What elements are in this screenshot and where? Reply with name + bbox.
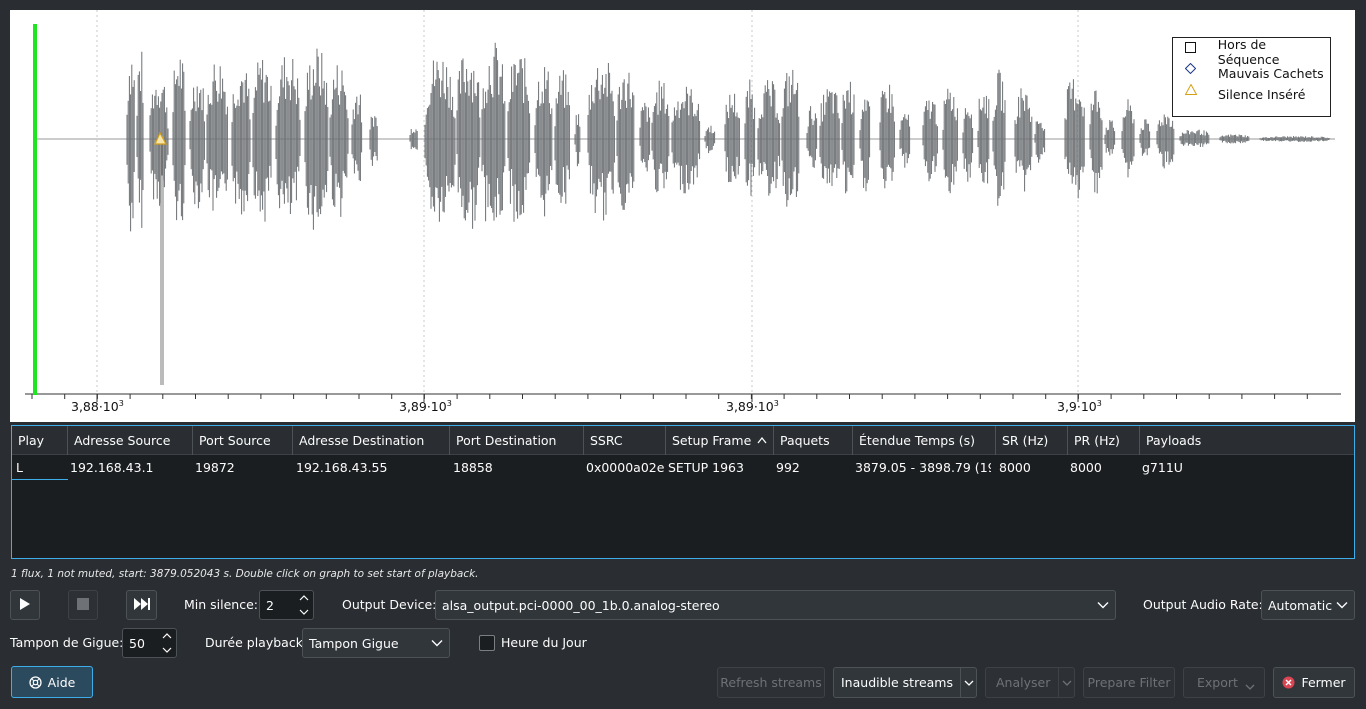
cell-sr: 8000 [999,460,1031,475]
export-button[interactable]: Export [1183,667,1265,698]
refresh-streams-button[interactable]: Refresh streams [717,667,825,698]
output-rate-select[interactable]: Automatic [1261,590,1355,620]
stop-button[interactable] [68,590,98,620]
playback-duration-select[interactable]: Tampon Gigue [302,628,450,658]
column-header-source-port[interactable]: Port Source [193,426,293,455]
cell-ssrc: 0x0000a02e [586,460,664,475]
column-header-payloads[interactable]: Payloads [1140,426,1354,455]
export-button-label: Export [1197,675,1238,690]
output-device-label: Output Device: [342,597,437,612]
help-button[interactable]: Aide [11,666,93,698]
inaudible-streams-menu-button[interactable] [960,667,977,698]
legend-label: Silence Inséré [1218,86,1306,102]
x-tick-label: 3,89·103 [726,399,779,414]
min-silence-spinbox[interactable]: 2 [259,590,314,620]
time-of-day-label[interactable]: Heure du Jour [501,635,587,650]
chevron-down-icon [1245,679,1255,694]
skip-forward-icon [133,597,150,613]
min-silence-label: Min silence: [184,597,258,612]
legend-item: Mauvais Cachets [1185,63,1324,83]
column-header-play[interactable]: Play [12,426,68,455]
cell-destination-address: 192.168.43.55 [296,460,388,475]
audio-waveform [126,42,1331,232]
analyze-button[interactable]: Analyser [985,667,1059,698]
table-header: Play Adresse Source Port Source Adresse … [12,426,1354,455]
cell-time-span: 3879.05 - 3898.79 (19.... [855,460,991,475]
chevron-down-icon [431,636,443,651]
prepare-filter-button[interactable]: Prepare Filter [1083,667,1175,698]
x-tick-label: 3,89·103 [399,399,452,414]
chevron-down-icon [1097,598,1109,613]
column-header-destination-port[interactable]: Port Destination [450,426,584,455]
playback-cursor [33,24,37,395]
chevron-down-icon [964,675,974,690]
play-icon [19,597,31,614]
legend-label: Mauvais Cachets [1218,65,1324,81]
legend: Hors de Séquence Mauvais Cachets Silence… [1172,37,1331,117]
sort-ascending-icon [757,426,767,455]
cell-source-address: 192.168.43.1 [70,460,154,475]
column-header-pr[interactable]: PR (Hz) [1068,426,1140,455]
skip-forward-button[interactable] [126,590,157,620]
playback-duration-label: Durée playback [205,635,303,650]
min-silence-value: 2 [266,597,274,613]
column-header-ssrc[interactable]: SSRC [584,426,666,455]
x-axis-ticks [31,394,1308,402]
spin-arrows-icon[interactable] [162,631,172,655]
legend-item: Hors de Séquence [1185,37,1330,67]
diamond-icon [1185,63,1199,80]
output-device-select[interactable]: alsa_output.pci-0000_00_1b.0.analog-ster… [435,590,1116,620]
x-tick-label: 3,88·103 [71,399,124,414]
chevron-down-icon [1062,675,1072,690]
help-icon [29,675,42,689]
cell-payloads: g711U [1142,460,1183,475]
play-button[interactable] [10,590,40,620]
square-icon [1185,42,1199,59]
playback-duration-value: Tampon Gigue [309,635,399,651]
status-text: 1 flux, 1 not muted, start: 3879.052043 … [11,568,479,580]
column-header-setup-frame[interactable]: Setup Frame [666,426,774,455]
close-button-label: Fermer [1301,675,1346,690]
column-header-destination-address[interactable]: Adresse Destination [293,426,450,455]
jitter-buffer-label: Tampon de Gigue: [10,635,124,650]
stop-icon [77,597,89,613]
output-device-value: alsa_output.pci-0000_00_1b.0.analog-ster… [442,597,720,613]
spin-arrows-icon[interactable] [299,593,309,617]
waveform-plot[interactable] [10,10,1355,422]
cell-packets: 992 [776,460,800,475]
column-header-sr[interactable]: SR (Hz) [996,426,1068,455]
silence-spike [160,139,164,385]
cell-pr: 8000 [1070,460,1102,475]
analyze-menu-button[interactable] [1058,667,1075,698]
jitter-buffer-spinbox[interactable]: 50 [122,628,177,658]
close-button[interactable]: Fermer [1273,667,1355,698]
help-button-label: Aide [47,674,76,690]
cell-play[interactable]: L [12,456,68,480]
column-header-label: Setup Frame [672,433,752,448]
streams-table[interactable]: Play Adresse Source Port Source Adresse … [11,425,1355,559]
close-icon [1282,676,1295,689]
cell-setup-frame: SETUP 1963 [668,460,744,475]
column-header-packets[interactable]: Paquets [774,426,853,455]
column-header-time-span[interactable]: Étendue Temps (s) [853,426,996,455]
legend-item: Silence Inséré [1185,84,1305,104]
triangle-icon [1185,84,1199,101]
chevron-down-icon [1336,598,1348,613]
column-header-source-address[interactable]: Adresse Source [68,426,193,455]
inaudible-streams-button[interactable]: Inaudible streams [833,667,961,698]
jitter-buffer-value: 50 [129,635,145,651]
x-tick-label: 3,9·103 [1057,399,1102,414]
cell-destination-port: 18858 [453,460,493,475]
output-rate-value: Automatic [1268,597,1333,613]
cell-source-port: 19872 [195,460,235,475]
output-rate-label: Output Audio Rate: [1143,597,1263,612]
waveform-graph[interactable]: Hors de Séquence Mauvais Cachets Silence… [10,10,1355,422]
time-of-day-checkbox[interactable] [479,635,495,651]
